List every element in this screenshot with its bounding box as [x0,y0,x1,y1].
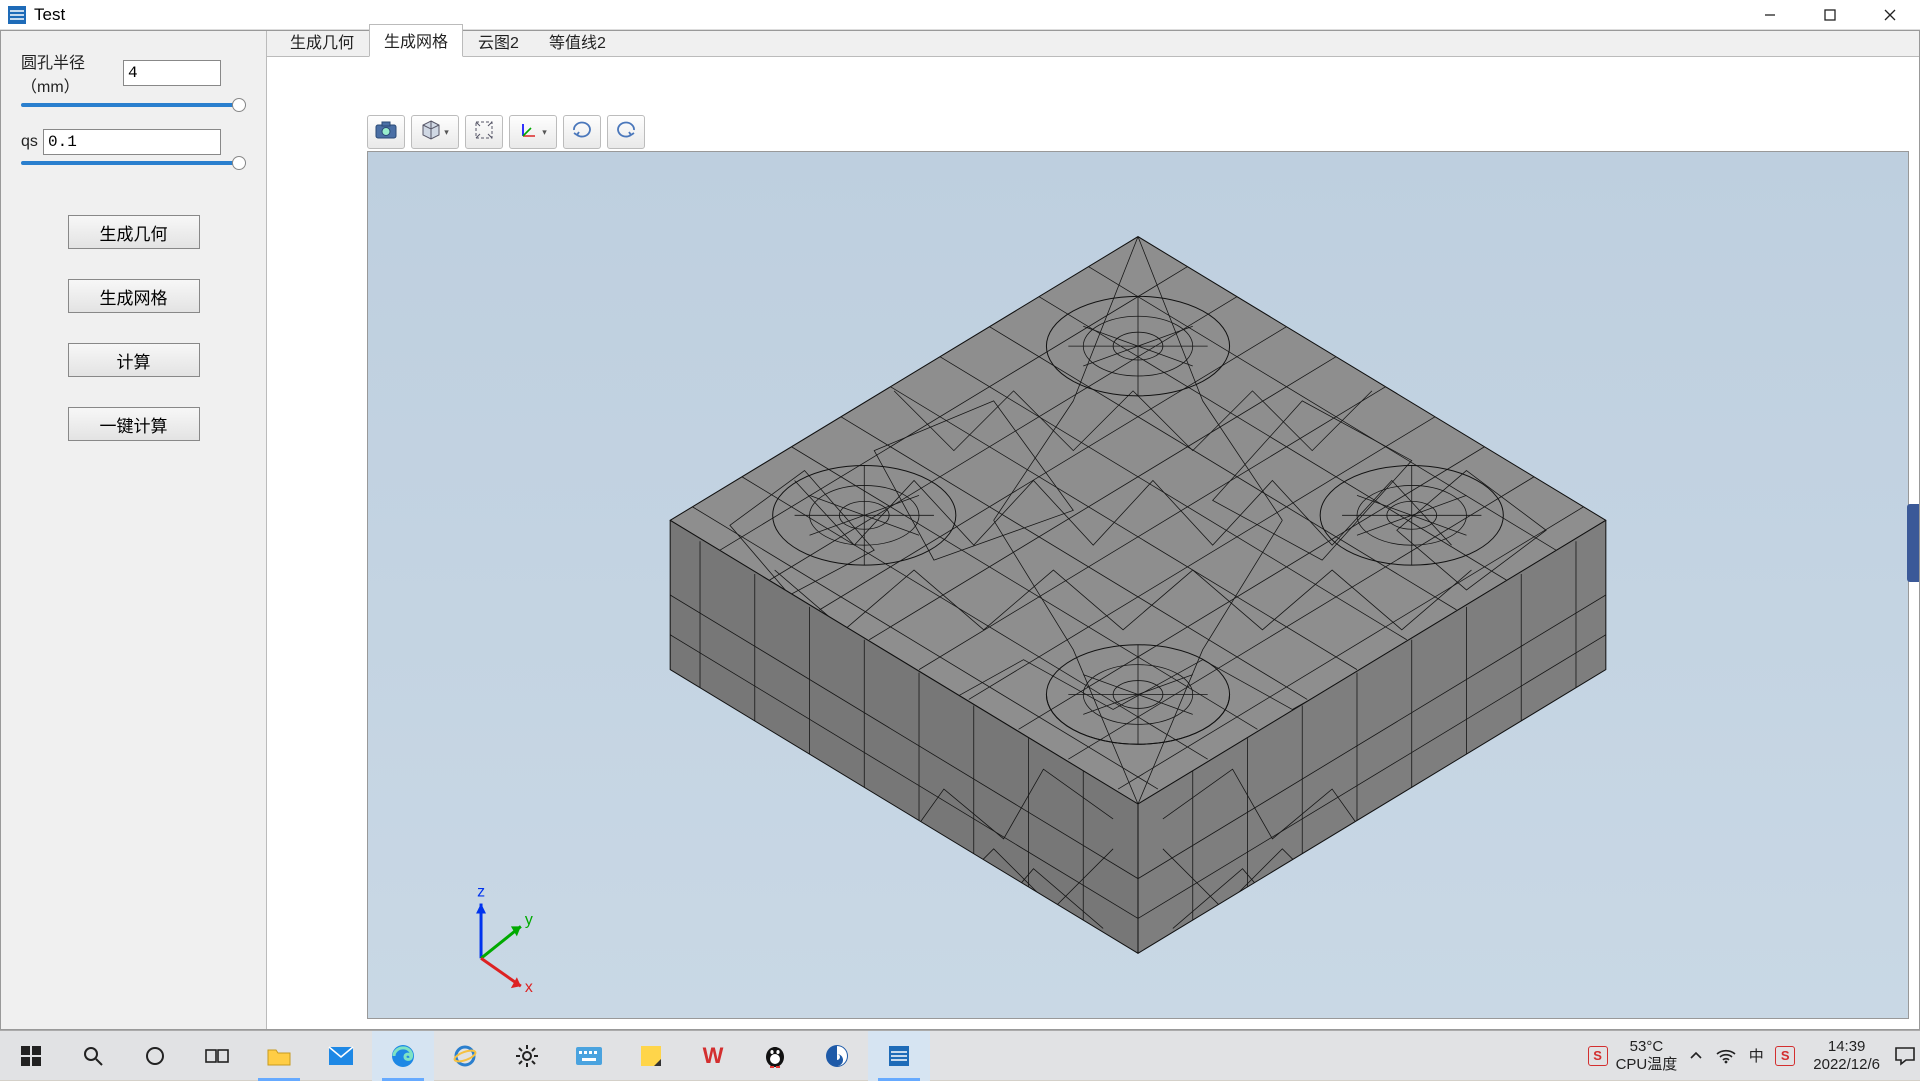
systray: S 53°C CPU温度 中 S 14:39 2022/12/6 [1588,1038,1920,1073]
ime-s2-icon[interactable]: S [1775,1046,1795,1066]
app-body: 圆孔半径（mm） qs 生成几何 生成网格 计算 一键计算 生成几何 生成网格 … [0,30,1920,1030]
taskbar-cortana[interactable] [124,1031,186,1081]
taskbar-screenkeyboard[interactable] [558,1031,620,1081]
cpu-temp-label: CPU温度 [1616,1056,1678,1073]
taskbar-wps[interactable]: W [682,1031,744,1081]
camera-icon [375,121,397,144]
viewport-3d[interactable]: z y x [367,151,1909,1019]
param-radius-row: 圆孔半径（mm） [21,49,246,97]
taskbar-start[interactable] [0,1031,62,1081]
generate-mesh-button[interactable]: 生成网格 [68,279,200,313]
search-icon [82,1045,104,1067]
close-button[interactable] [1860,0,1920,30]
tab-row: 生成几何 生成网格 云图2 等值线2 [267,31,1919,57]
tab-generate-mesh[interactable]: 生成网格 [369,24,463,57]
chevron-down-icon: ▾ [444,127,449,138]
param-qs-label: qs [21,133,43,151]
tray-chevron-icon[interactable] [1685,1045,1707,1067]
taskbar-edge[interactable] [372,1031,434,1081]
action-center-icon[interactable] [1894,1045,1916,1067]
rotate-button[interactable] [607,115,645,149]
viewport-toolbar: ▾ ▾ [367,115,645,149]
panel-collapse-handle[interactable] [1907,504,1919,582]
param-radius-input[interactable] [123,60,221,86]
folder-icon [266,1045,292,1067]
sidebar: 圆孔半径（mm） qs 生成几何 生成网格 计算 一键计算 [1,31,267,1029]
param-radius-slider[interactable] [21,103,246,107]
axis-z-label: z [477,884,485,901]
taskbar-mail[interactable] [310,1031,372,1081]
orbit-button[interactable] [563,115,601,149]
sticky-icon [639,1044,663,1068]
view-cube-button[interactable]: ▾ [411,115,459,149]
edge-icon [390,1043,416,1069]
keyboard-icon [575,1046,603,1066]
param-radius-label: 圆孔半径（mm） [21,49,123,97]
axis-y-label: y [525,911,533,928]
tray-time: 14:39 [1813,1038,1880,1055]
axes-toggle-button[interactable]: ▾ [509,115,557,149]
ime-zh-icon[interactable]: 中 [1745,1045,1767,1067]
gear-icon [515,1044,539,1068]
swirl-icon [824,1043,850,1069]
taskbar: W S 53°C CPU温度 中 S 14:39 2022/12/6 [0,1030,1920,1080]
taskbar-search[interactable] [62,1031,124,1081]
taskbar-explorer[interactable] [248,1031,310,1081]
tab-cloud2[interactable]: 云图2 [463,25,534,57]
one-click-compute-button[interactable]: 一键计算 [68,407,200,441]
qq-icon [763,1043,787,1069]
app-icon [6,4,28,26]
window-title: Test [34,5,65,25]
wifi-icon[interactable] [1715,1045,1737,1067]
taskview-icon [205,1046,229,1066]
wps-icon: W [703,1043,724,1069]
app-icon [888,1045,910,1067]
windows-icon [20,1045,42,1067]
compute-button[interactable]: 计算 [68,343,200,377]
axis-triad: z y x [476,884,533,997]
axes-icon [519,120,539,145]
tab-contour2[interactable]: 等值线2 [534,25,621,57]
ie-icon [453,1044,477,1068]
maximize-button[interactable] [1800,0,1860,30]
taskbar-sticky[interactable] [620,1031,682,1081]
screenshot-button[interactable] [367,115,405,149]
param-qs-slider[interactable] [21,161,246,165]
canvas-wrap: ▾ ▾ [267,57,1919,1029]
cpu-temp[interactable]: 53°C CPU温度 [1616,1038,1678,1073]
param-qs-row: qs [21,129,246,155]
cpu-temp-value: 53°C [1616,1038,1678,1055]
taskbar-ie[interactable] [434,1031,496,1081]
taskbar-taskview[interactable] [186,1031,248,1081]
minimize-button[interactable] [1740,0,1800,30]
tab-generate-geometry[interactable]: 生成几何 [275,25,369,57]
generate-geometry-button[interactable]: 生成几何 [68,215,200,249]
taskbar-comsol[interactable] [868,1031,930,1081]
axis-x-label: x [525,979,533,996]
taskbar-qq[interactable] [744,1031,806,1081]
taskbar-settings[interactable] [496,1031,558,1081]
zoom-extents-icon [474,120,494,145]
ime-s-icon[interactable]: S [1588,1046,1608,1066]
cube-icon [421,120,441,145]
orbit-icon [571,120,593,145]
param-qs-input[interactable] [43,129,221,155]
cortana-icon [144,1045,166,1067]
taskbar-browser2[interactable] [806,1031,868,1081]
fit-view-button[interactable] [465,115,503,149]
tray-clock[interactable]: 14:39 2022/12/6 [1813,1038,1880,1073]
main-pane: 生成几何 生成网格 云图2 等值线2 ▾ [267,31,1919,1029]
chevron-down-icon: ▾ [542,127,547,138]
tray-date: 2022/12/6 [1813,1056,1880,1073]
mail-icon [328,1046,354,1066]
rotate-icon [615,120,637,145]
